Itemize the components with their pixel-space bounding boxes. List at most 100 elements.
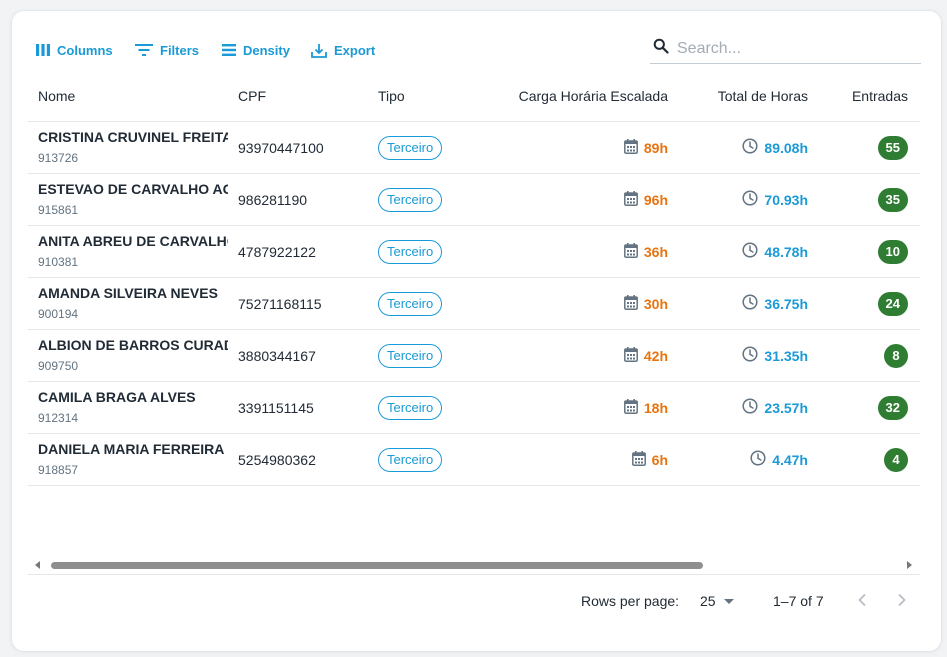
- search-input[interactable]: [677, 39, 907, 58]
- tipo-chip: Terceiro: [378, 343, 443, 368]
- search-icon: [650, 38, 669, 59]
- calendar-icon: [623, 398, 638, 417]
- carga-horaria-value: 89h: [643, 139, 668, 156]
- export-icon: [311, 43, 327, 58]
- calendar-icon: [623, 242, 638, 261]
- tipo-cell: Terceiro: [378, 122, 443, 173]
- export-button[interactable]: Export: [311, 36, 375, 64]
- cpf-cell: 4787922122: [238, 243, 316, 260]
- employee-id: 912314: [38, 411, 79, 425]
- entradas-badge: 10: [877, 239, 908, 264]
- rows-per-page-value: 25: [700, 593, 716, 609]
- previous-page-button[interactable]: [850, 589, 874, 613]
- filters-button[interactable]: Filters: [135, 36, 199, 64]
- employee-id: 913726: [38, 151, 79, 165]
- tipo-chip: Terceiro: [378, 239, 443, 264]
- tipo-cell: Terceiro: [378, 434, 443, 485]
- cpf-cell: 5254980362: [238, 451, 316, 468]
- table-row[interactable]: ESTEVAO DE CARVALHO AG 915861 986281190 Ter…: [28, 174, 920, 226]
- calendar-icon: [623, 138, 638, 157]
- calendar-icon: [623, 346, 638, 365]
- total-horas-value: 48.78h: [764, 243, 808, 260]
- total-horas-value: 4.47h: [772, 451, 808, 468]
- total-horas-value: 89.08h: [764, 139, 808, 156]
- columns-label: Columns: [57, 42, 113, 58]
- cpf-cell: 3880344167: [238, 347, 316, 364]
- entradas-badge: 8: [884, 343, 908, 368]
- entradas-cell: 4: [884, 434, 908, 485]
- clock-icon: [750, 450, 766, 469]
- clock-icon: [742, 242, 758, 261]
- columns-button[interactable]: Columns: [36, 36, 113, 64]
- data-grid-card: Columns Filters Density Export Search...…: [12, 11, 941, 651]
- entradas-cell: 8: [884, 330, 908, 381]
- search-field: [650, 34, 921, 64]
- header-entradas[interactable]: Entradas: [852, 71, 908, 121]
- pagination: Rows per page: 25 1–7 of 7: [12, 587, 941, 615]
- employee-name: CRISTINA CRUVINEL FREITA: [38, 129, 228, 145]
- carga-horaria-value: 36h: [643, 243, 668, 260]
- header-cpf[interactable]: CPF: [238, 71, 266, 121]
- employee-name: DANIELA MARIA FERREIRA F: [38, 441, 228, 457]
- density-button[interactable]: Density: [222, 36, 290, 64]
- entradas-badge: 4: [884, 447, 908, 472]
- header-total-horas[interactable]: Total de Horas: [718, 71, 808, 121]
- density-icon: [222, 44, 236, 56]
- columns-icon: [36, 44, 50, 56]
- tipo-chip: Terceiro: [378, 291, 443, 316]
- carga-horaria-cell: 30h: [623, 278, 668, 329]
- entradas-badge: 24: [877, 291, 908, 316]
- rows-per-page-label: Rows per page:: [581, 593, 680, 609]
- entradas-cell: 35: [877, 174, 908, 225]
- filter-icon: [135, 44, 153, 56]
- calendar-icon: [623, 190, 638, 209]
- entradas-cell: 32: [877, 382, 908, 433]
- table-row[interactable]: CRISTINA CRUVINEL FREITA 913726 9397044710…: [28, 122, 920, 174]
- chevron-right-icon: [897, 593, 907, 610]
- total-horas-value: 23.57h: [764, 399, 808, 416]
- pagination-range: 1–7 of 7: [773, 593, 824, 609]
- export-label: Export: [334, 42, 376, 58]
- carga-horaria-value: 30h: [643, 295, 668, 312]
- header-carga-horaria[interactable]: Carga Horária Escalada: [519, 71, 668, 121]
- total-horas-value: 36.75h: [764, 295, 808, 312]
- tipo-cell: Terceiro: [378, 226, 443, 277]
- clock-icon: [742, 138, 758, 157]
- carga-horaria-cell: 42h: [623, 330, 668, 381]
- carga-horaria-cell: 6h: [631, 434, 668, 485]
- employee-id: 909750: [38, 359, 79, 373]
- scroll-right-arrow-icon[interactable]: [907, 561, 912, 569]
- chevron-down-icon: [723, 598, 734, 604]
- tipo-chip: Terceiro: [378, 135, 443, 160]
- tipo-chip: Terceiro: [378, 187, 443, 212]
- total-horas-cell: 70.93h: [742, 174, 808, 225]
- employee-name: ALBION DE BARROS CURAD: [38, 337, 228, 353]
- carga-horaria-cell: 96h: [623, 174, 668, 225]
- table-row[interactable]: AMANDA SILVEIRA NEVES 900194 75271168115 Te…: [28, 278, 920, 330]
- entradas-cell: 55: [877, 122, 908, 173]
- table-row[interactable]: CAMILA BRAGA ALVES 912314 3391151145 Tercei…: [28, 382, 920, 434]
- total-horas-cell: 23.57h: [742, 382, 808, 433]
- table-row[interactable]: DANIELA MARIA FERREIRA F 918857 5254980362…: [28, 434, 920, 486]
- tipo-chip: Terceiro: [378, 395, 443, 420]
- scrollbar-thumb[interactable]: [51, 562, 703, 569]
- employee-id: 918857: [38, 463, 79, 477]
- scroll-left-arrow-icon[interactable]: [35, 561, 40, 569]
- header-nome[interactable]: Nome: [38, 71, 75, 121]
- table-row[interactable]: ANITA ABREU DE CARVALHO 910381 4787922122 T…: [28, 226, 920, 278]
- total-horas-cell: 89.08h: [742, 122, 808, 173]
- entradas-badge: 35: [877, 187, 908, 212]
- horizontal-scrollbar[interactable]: [28, 557, 920, 575]
- total-horas-value: 31.35h: [764, 347, 808, 364]
- data-grid: Nome CPF Tipo Carga Horária Escalada Tot…: [28, 71, 920, 571]
- next-page-button[interactable]: [890, 589, 914, 613]
- rows-per-page-select[interactable]: 25: [700, 587, 734, 615]
- carga-horaria-value: 42h: [643, 347, 668, 364]
- cpf-cell: 75271168115: [238, 295, 322, 312]
- tipo-chip: Terceiro: [378, 447, 443, 472]
- employee-name: AMANDA SILVEIRA NEVES: [38, 285, 218, 301]
- total-horas-cell: 4.47h: [750, 434, 808, 485]
- header-tipo[interactable]: Tipo: [378, 71, 405, 121]
- table-row[interactable]: ALBION DE BARROS CURAD 909750 3880344167 Te…: [28, 330, 920, 382]
- density-label: Density: [243, 42, 290, 58]
